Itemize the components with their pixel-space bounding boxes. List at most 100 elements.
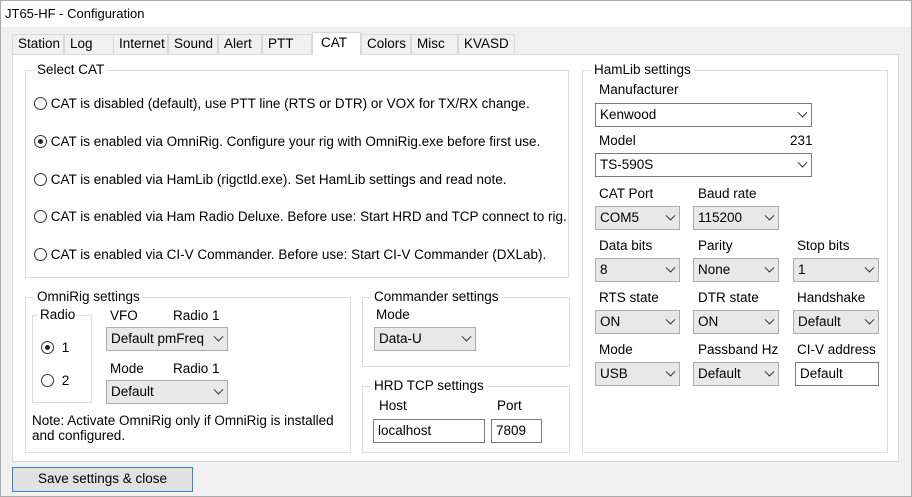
port-label: Port bbox=[497, 398, 522, 413]
hamlib-mode-label: Mode bbox=[599, 342, 633, 357]
baud-rate-label: Baud rate bbox=[698, 186, 757, 201]
model-number: 231 bbox=[790, 133, 813, 148]
hamlib-settings-group: HamLib settings Manufacturer Kenwood Mod… bbox=[582, 62, 888, 453]
chevron-down-icon bbox=[213, 384, 224, 395]
chevron-down-icon bbox=[764, 314, 775, 325]
hrd-tcp-settings-group: HRD TCP settings Host Port localhost 780… bbox=[362, 378, 570, 453]
cat-tab-page: Select CAT CAT is disabled (default), us… bbox=[12, 54, 899, 462]
passband-value: Default bbox=[698, 366, 741, 381]
handshake-select[interactable]: Default bbox=[793, 310, 879, 334]
chevron-down-icon bbox=[764, 210, 775, 221]
chevron-down-icon bbox=[665, 210, 676, 221]
dtr-state-select[interactable]: ON bbox=[693, 310, 779, 334]
model-select[interactable]: TS-590S bbox=[595, 153, 812, 177]
stop-bits-label: Stop bits bbox=[797, 238, 850, 253]
tab-cat[interactable]: CAT bbox=[312, 32, 361, 55]
omnirig-note: Note: Activate OmniRig only if OmniRig i… bbox=[32, 413, 334, 443]
mode-label: Mode bbox=[110, 361, 144, 376]
baud-rate-value: 115200 bbox=[698, 210, 743, 225]
cat-omnirig-radio[interactable]: CAT is enabled via OmniRig. Configure yo… bbox=[34, 134, 540, 152]
commander-mode-value: Data-U bbox=[379, 331, 422, 346]
mode-radio-label: Radio 1 bbox=[173, 361, 220, 376]
radio-2-option[interactable]: 2 bbox=[41, 373, 69, 391]
chevron-down-icon bbox=[665, 262, 676, 273]
chevron-down-icon bbox=[213, 331, 224, 342]
select-cat-group: Select CAT CAT is disabled (default), us… bbox=[25, 62, 569, 278]
chevron-down-icon bbox=[764, 366, 775, 377]
radio-label: 2 bbox=[61, 373, 70, 388]
data-bits-select[interactable]: 8 bbox=[595, 258, 680, 282]
tab-log[interactable]: Log bbox=[64, 34, 116, 54]
parity-value: None bbox=[698, 262, 731, 277]
data-bits-label: Data bits bbox=[599, 238, 653, 253]
window-title: JT65-HF - Configuration bbox=[5, 6, 145, 21]
hamlib-mode-value: USB bbox=[600, 366, 628, 381]
port-input[interactable]: 7809 bbox=[491, 419, 542, 443]
tab-misc[interactable]: Misc bbox=[411, 34, 458, 54]
radio-group-title: Radio bbox=[37, 307, 79, 322]
tab-station[interactable]: Station bbox=[12, 34, 64, 54]
cat-disabled-radio[interactable]: CAT is disabled (default), use PTT line … bbox=[34, 96, 530, 114]
chevron-down-icon bbox=[665, 314, 676, 325]
model-value: TS-590S bbox=[600, 157, 654, 172]
commander-settings-group: Commander settings Mode Data-U bbox=[362, 289, 570, 367]
radio-checked-icon bbox=[41, 341, 54, 354]
chevron-down-icon bbox=[764, 262, 775, 273]
radio-circle-icon bbox=[34, 210, 47, 223]
handshake-label: Handshake bbox=[797, 290, 866, 305]
tab-internet[interactable]: Internet bbox=[113, 34, 168, 54]
vfo-label: VFO bbox=[110, 308, 138, 323]
chevron-down-icon bbox=[864, 314, 875, 325]
radio-circle-icon bbox=[41, 374, 54, 387]
cat-port-value: COM5 bbox=[600, 210, 640, 225]
vfo-select[interactable]: Default pmFreq bbox=[106, 327, 228, 351]
tab-alert[interactable]: Alert bbox=[218, 34, 262, 54]
host-input[interactable]: localhost bbox=[373, 419, 485, 443]
omnirig-settings-group: OmniRig settings Radio 1 2 VFO Radio 1 D… bbox=[25, 289, 351, 453]
cat-hrd-radio[interactable]: CAT is enabled via Ham Radio Deluxe. Bef… bbox=[34, 209, 567, 227]
civ-address-label: CI-V address bbox=[797, 342, 876, 357]
title-bar: JT65-HF - Configuration bbox=[1, 1, 911, 27]
handshake-value: Default bbox=[798, 314, 841, 329]
commander-settings-title: Commander settings bbox=[371, 289, 502, 304]
omnirig-mode-value: Default bbox=[111, 384, 154, 399]
tab-sound[interactable]: Sound bbox=[168, 34, 218, 54]
chevron-down-icon bbox=[461, 331, 472, 342]
stop-bits-select[interactable]: 1 bbox=[793, 258, 879, 282]
baud-rate-select[interactable]: 115200 bbox=[693, 206, 779, 230]
radio-label: CAT is enabled via CI-V Commander. Befor… bbox=[50, 247, 547, 262]
tab-ptt[interactable]: PTT bbox=[262, 34, 312, 54]
chevron-down-icon bbox=[864, 262, 875, 273]
hamlib-mode-select[interactable]: USB bbox=[595, 362, 680, 386]
radio-label: CAT is disabled (default), use PTT line … bbox=[50, 96, 530, 111]
cat-port-label: CAT Port bbox=[599, 186, 654, 201]
radio-1-option[interactable]: 1 bbox=[41, 340, 69, 358]
dtr-state-value: ON bbox=[698, 314, 719, 329]
manufacturer-select[interactable]: Kenwood bbox=[595, 103, 812, 127]
radio-circle-icon bbox=[34, 97, 47, 110]
data-bits-value: 8 bbox=[600, 262, 608, 277]
chevron-down-icon bbox=[797, 157, 808, 168]
rts-state-value: ON bbox=[600, 314, 621, 329]
radio-circle-icon bbox=[34, 173, 47, 186]
radio-label: CAT is enabled via HamLib (rigctld.exe).… bbox=[50, 172, 507, 187]
commander-mode-select[interactable]: Data-U bbox=[374, 327, 476, 351]
passband-select[interactable]: Default bbox=[693, 362, 779, 386]
vfo-value: Default pmFreq bbox=[111, 331, 205, 346]
omnirig-mode-select[interactable]: Default bbox=[106, 380, 228, 404]
dtr-state-label: DTR state bbox=[698, 290, 759, 305]
model-label: Model bbox=[599, 133, 636, 148]
parity-select[interactable]: None bbox=[693, 258, 779, 282]
save-settings-button[interactable]: Save settings & close bbox=[12, 467, 193, 492]
tab-colors[interactable]: Colors bbox=[361, 34, 411, 54]
civ-address-input[interactable]: Default bbox=[795, 362, 879, 386]
cat-port-select[interactable]: COM5 bbox=[595, 206, 680, 230]
tab-kvasd[interactable]: KVASD bbox=[458, 34, 515, 54]
cat-civ-radio[interactable]: CAT is enabled via CI-V Commander. Befor… bbox=[34, 247, 546, 265]
stop-bits-value: 1 bbox=[798, 262, 806, 277]
hamlib-settings-title: HamLib settings bbox=[591, 62, 694, 77]
cat-hamlib-radio[interactable]: CAT is enabled via HamLib (rigctld.exe).… bbox=[34, 172, 507, 190]
radio-circle-icon bbox=[34, 248, 47, 261]
rts-state-select[interactable]: ON bbox=[595, 310, 680, 334]
config-window: JT65-HF - Configuration Station Log Inte… bbox=[0, 0, 912, 497]
